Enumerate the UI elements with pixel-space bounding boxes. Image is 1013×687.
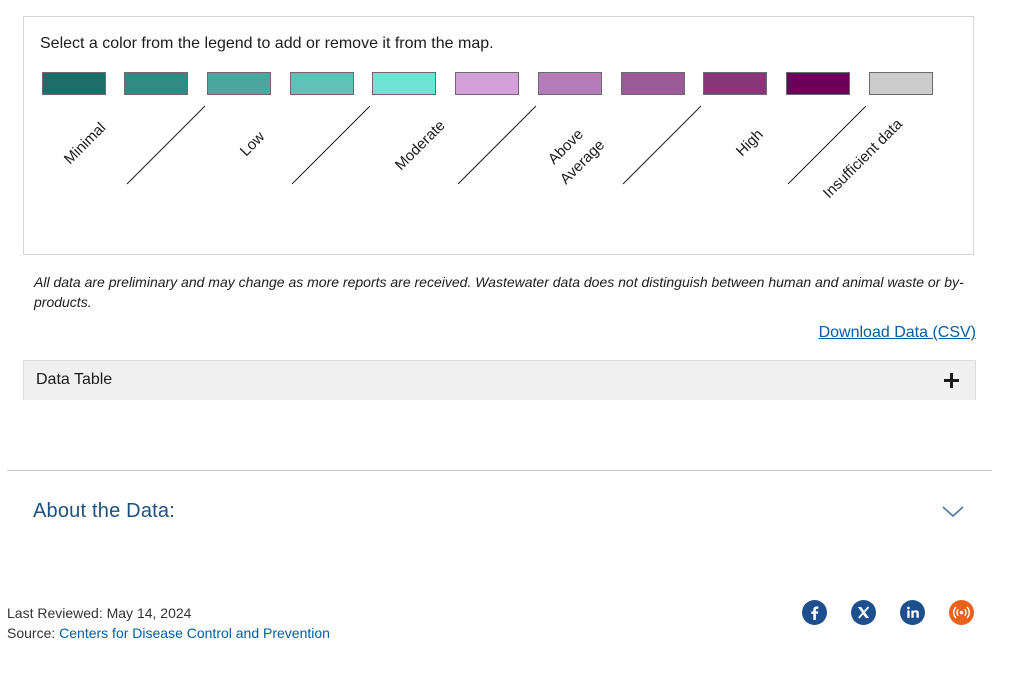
data-table-accordion[interactable]: Data Table: [23, 360, 976, 400]
legend-separator-line: [457, 105, 537, 185]
x-icon[interactable]: [851, 600, 876, 625]
legend-label-low: Low: [237, 128, 269, 160]
source-link[interactable]: Centers for Disease Control and Preventi…: [59, 625, 330, 641]
preliminary-data-note: All data are preliminary and may change …: [34, 274, 964, 310]
legend-separator-line: [126, 105, 206, 185]
chevron-down-icon[interactable]: [941, 503, 965, 519]
source-prefix: Source:: [7, 625, 60, 641]
map-legend: Select a color from the legend to add or…: [23, 16, 974, 255]
source-line: Source: Centers for Disease Control and …: [7, 625, 330, 641]
legend-label-insufficient-data: Insufficient data: [820, 115, 907, 202]
legend-label-minimal: Minimal: [61, 119, 110, 168]
plus-icon: [944, 373, 959, 388]
last-reviewed: Last Reviewed: May 14, 2024: [7, 605, 192, 621]
download-csv-link[interactable]: Download Data (CSV): [819, 324, 976, 342]
legend-separator-line: [622, 105, 702, 185]
section-divider: [7, 470, 992, 471]
legend-label-high: High: [733, 126, 767, 160]
legend-separator-line: [291, 105, 371, 185]
about-the-data-title[interactable]: About the Data:: [33, 500, 175, 523]
syndicate-icon[interactable]: [949, 600, 974, 625]
facebook-icon[interactable]: [802, 600, 827, 625]
legend-labels: Minimal Low Moderate Above Average High …: [61, 105, 907, 202]
linkedin-icon[interactable]: [900, 600, 925, 625]
data-table-title: Data Table: [36, 371, 113, 388]
legend-label-moderate: Moderate: [392, 117, 449, 174]
